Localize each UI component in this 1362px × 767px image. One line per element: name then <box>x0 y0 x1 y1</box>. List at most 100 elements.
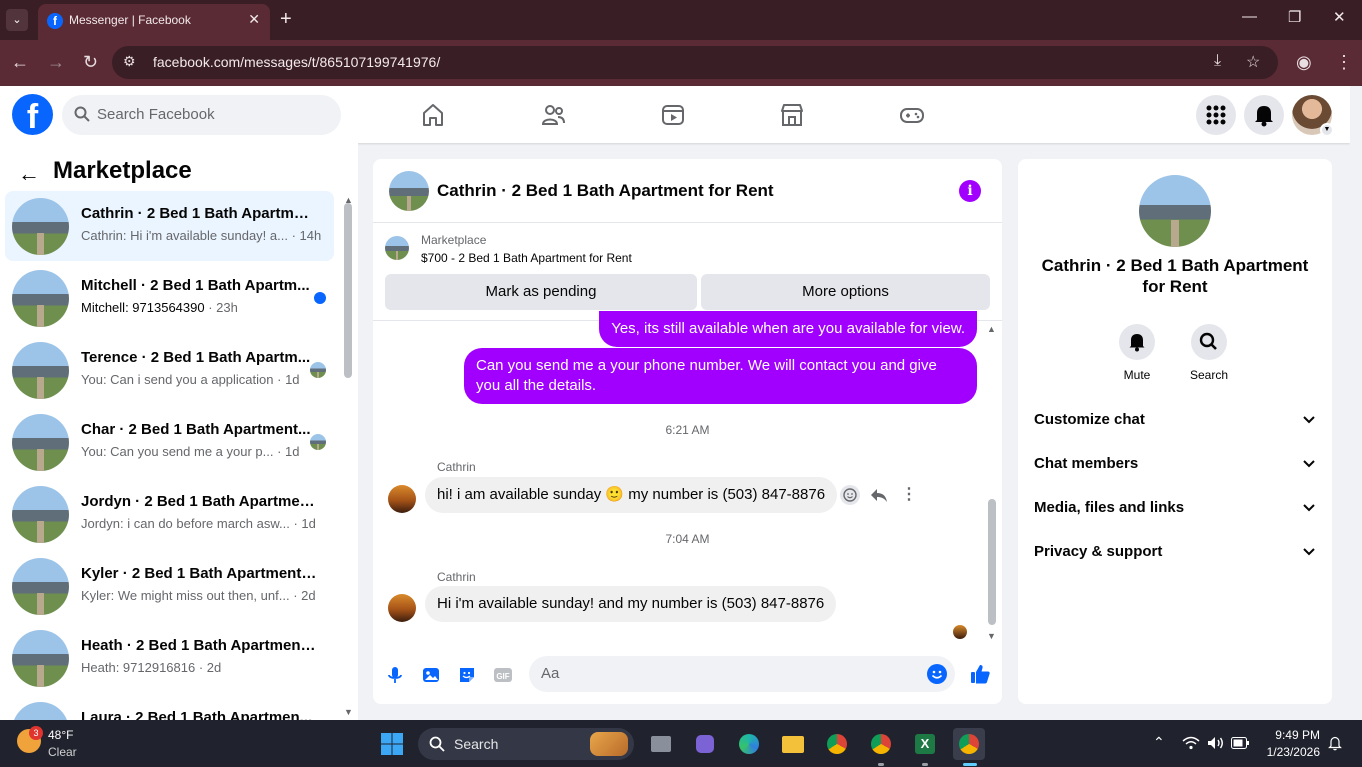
gaming-icon[interactable] <box>899 102 925 128</box>
tray-expand-icon[interactable]: ⌃ <box>1153 734 1165 751</box>
react-emoji-icon[interactable] <box>839 484 861 506</box>
notification-bell-icon[interactable] <box>1328 735 1342 751</box>
scroll-up-icon[interactable]: ▲ <box>987 324 996 334</box>
mark-as-pending-button[interactable]: Mark as pending <box>385 274 697 310</box>
media-files-links-row[interactable]: Media, files and links <box>1034 486 1316 530</box>
conversation-item[interactable]: Terence · 2 Bed 1 Bath Apartm... You: Can… <box>5 335 334 405</box>
task-view-icon[interactable] <box>645 728 677 760</box>
listing-title[interactable]: $700 - 2 Bed 1 Bath Apartment for Rent <box>421 251 632 265</box>
privacy-support-row[interactable]: Privacy & support <box>1034 530 1316 574</box>
wifi-icon[interactable] <box>1182 736 1200 750</box>
site-settings-icon[interactable]: ⚙ <box>123 53 136 70</box>
chrome-icon[interactable] <box>821 728 853 760</box>
photo-icon[interactable] <box>421 665 441 685</box>
window-close-button[interactable]: ✕ <box>1333 8 1346 26</box>
install-app-icon[interactable]: ⤓ <box>1214 52 1221 70</box>
battery-icon[interactable] <box>1231 737 1249 749</box>
listing-thumbnail <box>12 486 69 543</box>
video-icon[interactable] <box>660 102 686 128</box>
conversation-item[interactable]: Cathrin · 2 Bed 1 Bath Apartmen... Cathri… <box>5 191 334 261</box>
outgoing-message[interactable]: Yes, its still available when are you av… <box>599 311 977 347</box>
minimize-button[interactable]: — <box>1242 8 1257 25</box>
customize-chat-row[interactable]: Customize chat <box>1034 398 1316 442</box>
bookmark-star-icon[interactable]: ☆ <box>1246 52 1260 72</box>
home-icon[interactable] <box>420 102 446 128</box>
taskbar-search[interactable]: Search <box>418 728 634 760</box>
conversation-item[interactable]: Laura · 2 Bed 1 Bath Apartmen... <box>5 695 334 720</box>
conversation-item[interactable]: Kyler · 2 Bed 1 Bath Apartment f... Kyler… <box>5 551 334 621</box>
windows-taskbar: 3 48°F Clear Search X ⌃ 9:49 PM 1/23/202… <box>0 720 1362 767</box>
conversation-name: Kyler · 2 Bed 1 Bath Apartment f... <box>81 565 317 582</box>
menu-grid-button[interactable] <box>1196 95 1236 135</box>
scroll-down-icon[interactable]: ▼ <box>987 631 996 641</box>
profile-icon[interactable]: ◉ <box>1296 52 1312 73</box>
forward-arrow-icon[interactable]: → <box>47 52 65 73</box>
conversation-item[interactable]: Jordyn · 2 Bed 1 Bath Apartment... Jordyn… <box>5 479 334 549</box>
incoming-message[interactable]: Hi i'm available sunday! and my number i… <box>425 586 837 622</box>
incoming-message[interactable]: hi! i am available sunday 🙂 my number is… <box>425 477 838 513</box>
chat-members-row[interactable]: Chat members <box>1034 442 1316 486</box>
section-label: Customize chat <box>1034 411 1145 428</box>
conversation-item[interactable]: Mitchell · 2 Bed 1 Bath Apartm... Mitchel… <box>5 263 334 333</box>
omnibox[interactable]: ⚙ facebook.com/messages/t/86510719974197… <box>112 46 1278 79</box>
friends-icon[interactable] <box>540 102 566 128</box>
new-tab-button[interactable]: + <box>280 8 292 30</box>
preview-time: 14h <box>299 228 322 243</box>
info-icon[interactable]: i <box>959 180 981 202</box>
clock-date[interactable]: 1/23/2026 <box>1252 745 1320 759</box>
notifications-button[interactable] <box>1244 95 1284 135</box>
more-actions-icon[interactable]: ⋮ <box>901 484 917 504</box>
like-thumb-icon[interactable] <box>969 663 991 685</box>
sender-avatar[interactable] <box>388 594 416 622</box>
back-arrow-icon[interactable]: ← <box>18 161 40 187</box>
weather-condition[interactable]: Clear <box>48 745 77 759</box>
reply-icon[interactable] <box>870 487 888 503</box>
tab-close-icon[interactable]: ✕ <box>248 11 260 28</box>
chat-panel: Cathrin · 2 Bed 1 Bath Apartment for Ren… <box>373 159 1002 704</box>
search-input[interactable]: Search Facebook <box>62 95 341 135</box>
chrome-active-icon[interactable] <box>953 728 985 760</box>
sidebar-scrollbar[interactable] <box>344 203 352 378</box>
browser-tab[interactable]: f Messenger | Facebook ✕ <box>38 4 270 40</box>
facebook-header: f Search Facebook ▼ <box>0 86 1350 143</box>
chat-scrollbar[interactable] <box>988 499 996 625</box>
microphone-icon[interactable] <box>385 665 405 685</box>
conversation-item[interactable]: Char · 2 Bed 1 Bath Apartment... You: Can… <box>5 407 334 477</box>
emoji-icon[interactable] <box>927 664 947 684</box>
mute-button[interactable]: Mute <box>1107 324 1167 382</box>
page-scrollbar[interactable] <box>1350 86 1362 720</box>
outgoing-message[interactable]: Can you send me a your phone number. We … <box>464 348 977 404</box>
scroll-down-icon[interactable]: ▼ <box>344 707 353 717</box>
listing-small-thumbnail[interactable] <box>385 236 409 260</box>
back-arrow-icon[interactable]: ← <box>11 52 29 73</box>
message-input[interactable]: Aa <box>529 656 955 692</box>
edge-browser-icon[interactable] <box>733 728 765 760</box>
preview-time: 2d <box>301 588 316 603</box>
weather-temperature[interactable]: 48°F <box>48 728 73 742</box>
restore-button[interactable]: ❐ <box>1288 8 1301 26</box>
listing-avatar[interactable] <box>1139 175 1211 247</box>
file-explorer-icon[interactable] <box>777 728 809 760</box>
reload-icon[interactable]: ↻ <box>83 52 98 73</box>
facebook-logo-icon[interactable]: f <box>12 94 53 135</box>
conversation-item[interactable]: Heath · 2 Bed 1 Bath Apartment ... Heath:… <box>5 623 334 693</box>
clock-time[interactable]: 9:49 PM <box>1262 728 1320 742</box>
account-avatar[interactable]: ▼ <box>1292 95 1334 137</box>
message-thread: Yes, its still available when are you av… <box>373 311 1002 647</box>
excel-icon[interactable]: X <box>909 728 941 760</box>
tab-search-chevron-icon[interactable]: ⌄ <box>6 9 28 31</box>
sender-avatar[interactable] <box>388 485 416 513</box>
listing-thumbnail[interactable] <box>389 171 429 211</box>
volume-icon[interactable] <box>1207 736 1224 750</box>
marketplace-icon[interactable] <box>779 102 805 128</box>
windows-start-icon[interactable] <box>380 732 404 756</box>
meet-app-icon[interactable] <box>689 728 721 760</box>
chat-title[interactable]: Cathrin · 2 Bed 1 Bath Apartment for Ren… <box>437 181 774 201</box>
sticker-icon[interactable] <box>457 665 477 685</box>
url-text[interactable]: facebook.com/messages/t/865107199741976/ <box>153 54 440 70</box>
gif-icon[interactable]: GIF <box>493 665 513 685</box>
browser-menu-icon[interactable]: ⋮ <box>1335 52 1353 73</box>
chrome-profile-icon[interactable] <box>865 728 897 760</box>
search-in-chat-button[interactable]: Search <box>1179 324 1239 382</box>
more-options-button[interactable]: More options <box>701 274 990 310</box>
